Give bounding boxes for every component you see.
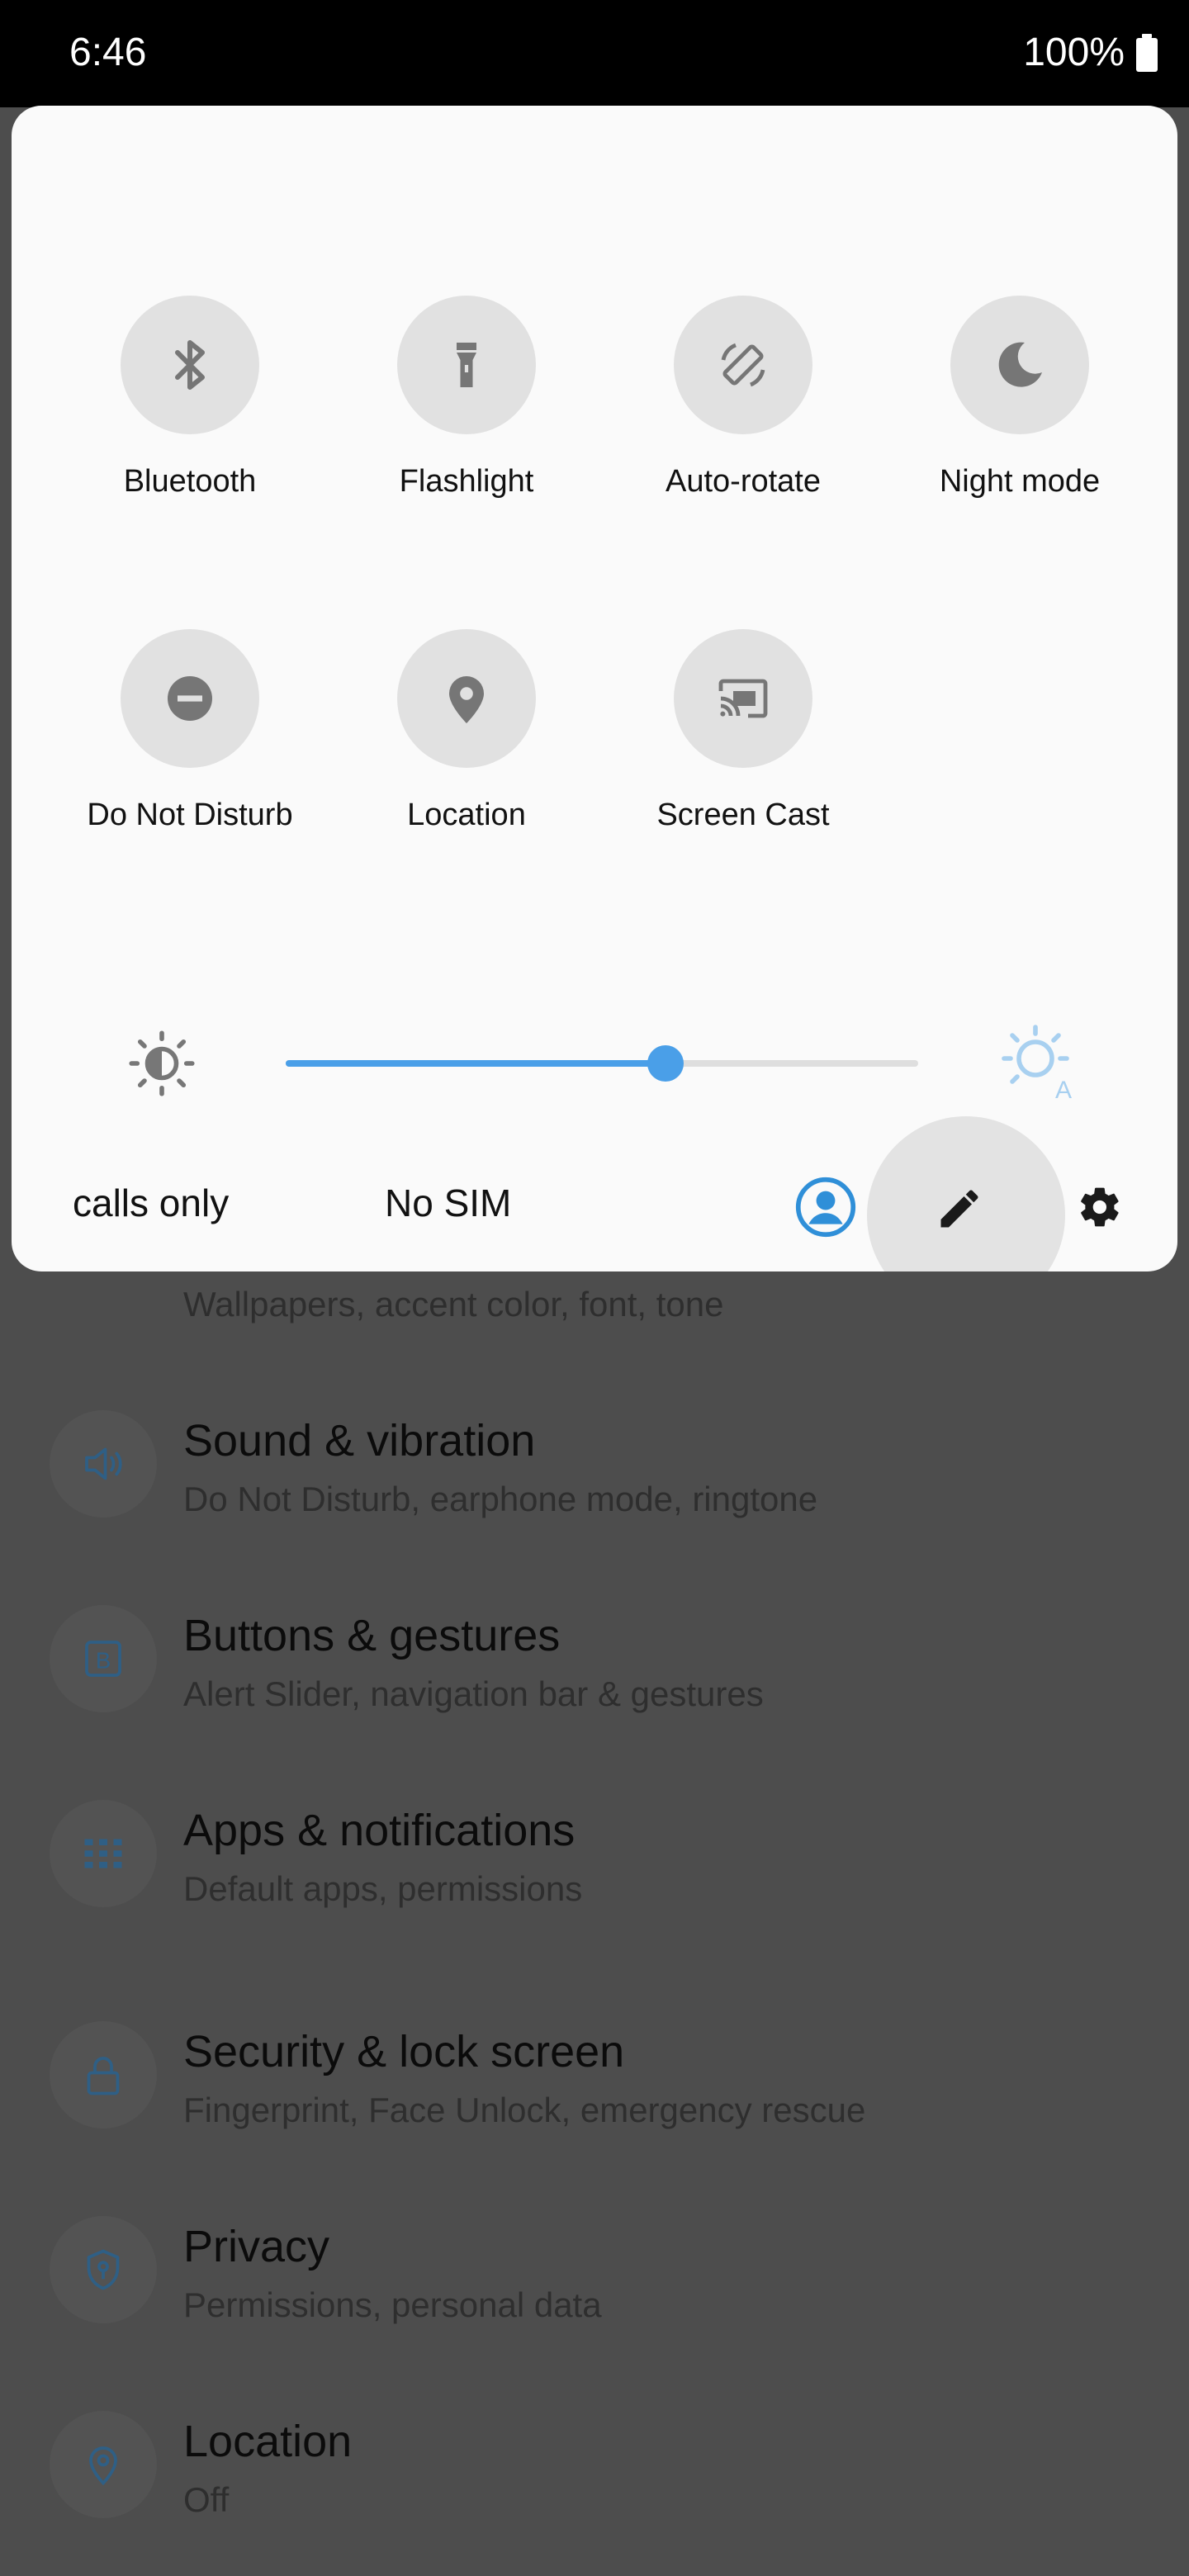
slider-thumb[interactable]: [647, 1045, 684, 1082]
settings-item-subtitle: Wallpapers, accent color, font, tone: [183, 1285, 724, 1324]
settings-item-title: Security & lock screen: [183, 2027, 625, 2076]
settings-item-subtitle: Off: [183, 2480, 230, 2519]
user-switch-icon[interactable]: [794, 1176, 857, 1238]
location-icon: [397, 629, 536, 768]
privacy-shield-icon: [50, 2216, 157, 2323]
tile-do-not-disturb[interactable]: Do Not Disturb: [51, 629, 329, 877]
settings-item-title: Apps & notifications: [183, 1806, 576, 1855]
apps-grid-icon: [50, 1800, 157, 1907]
tile-flashlight[interactable]: Flashlight: [328, 296, 605, 543]
slider-fill: [286, 1060, 666, 1067]
battery-status: 100%: [1023, 30, 1158, 75]
settings-item-subtitle: Do Not Disturb, earphone mode, ringtone: [183, 1480, 818, 1518]
tile-location[interactable]: Location: [328, 629, 605, 877]
brightness-low-icon: [129, 1030, 195, 1096]
tile-auto-rotate[interactable]: Auto-rotate: [604, 296, 882, 543]
battery-icon: [1136, 33, 1158, 72]
settings-item-sound[interactable]: Sound & vibration Do Not Disturb, earpho…: [0, 1404, 1189, 1569]
settings-item-subtitle: Default apps, permissions: [183, 1869, 583, 1908]
tile-label: Bluetooth: [123, 464, 257, 499]
auto-brightness-icon[interactable]: A: [999, 1022, 1078, 1101]
settings-item-subtitle: Permissions, personal data: [183, 2285, 602, 2324]
battery-percent: 100%: [1023, 31, 1125, 74]
status-bar: 6:46 100%: [0, 0, 1189, 107]
tile-label: Flashlight: [399, 464, 534, 499]
speaker-icon: [50, 1410, 157, 1518]
settings-list: Wallpapers, accent color, font, tone Sou…: [0, 1139, 1189, 2576]
do-not-disturb-icon: [121, 629, 259, 768]
tile-label: Screen Cast: [656, 798, 830, 832]
settings-item-title: Privacy: [183, 2222, 330, 2271]
svg-text:A: A: [1055, 1077, 1072, 1101]
night-mode-icon: [950, 296, 1089, 434]
carrier-status-2: No SIM: [385, 1181, 509, 1224]
edit-icon[interactable]: [935, 1184, 984, 1234]
bluetooth-icon: [121, 296, 259, 434]
screen-cast-icon: [674, 629, 812, 768]
settings-item-title: Sound & vibration: [183, 1416, 536, 1466]
tile-screen-cast[interactable]: Screen Cast: [604, 629, 882, 877]
status-time: 6:46: [69, 31, 147, 74]
settings-item-security[interactable]: Security & lock screen Fingerprint, Face…: [0, 2015, 1189, 2180]
settings-item-buttons[interactable]: B Buttons & gestures Alert Slider, navig…: [0, 1598, 1189, 1764]
lock-icon: [50, 2021, 157, 2129]
quick-settings-footer: calls only No SIM: [12, 1116, 1177, 1271]
settings-item-title: Buttons & gestures: [183, 1611, 561, 1660]
flashlight-icon: [397, 296, 536, 434]
tile-label: Auto-rotate: [666, 464, 821, 499]
tile-label: Do Not Disturb: [87, 798, 293, 832]
carrier-status-1: calls only: [73, 1181, 230, 1224]
brightness-slider[interactable]: [286, 1045, 918, 1082]
tile-label: Night mode: [939, 464, 1101, 499]
gear-icon[interactable]: [1077, 1184, 1123, 1230]
svg-text:B: B: [96, 1647, 111, 1673]
settings-item-subtitle: Alert Slider, navigation bar & gestures: [183, 1674, 764, 1713]
tile-label: Location: [407, 798, 526, 832]
tile-bluetooth[interactable]: Bluetooth: [51, 296, 329, 543]
settings-item-apps[interactable]: Apps & notifications Default apps, permi…: [0, 1793, 1189, 1958]
settings-item-privacy[interactable]: Privacy Permissions, personal data: [0, 2209, 1189, 2375]
quick-settings-panel: Bluetooth Flashlight Auto-rotate Night m…: [12, 106, 1177, 1271]
location-pin-icon: [50, 2411, 157, 2518]
tile-night-mode[interactable]: Night mode: [881, 296, 1158, 543]
settings-item-subtitle: Fingerprint, Face Unlock, emergency resc…: [183, 2091, 866, 2129]
button-b-icon: B: [50, 1605, 157, 1712]
settings-item-title: Location: [183, 2417, 353, 2466]
settings-item-location[interactable]: Location Off: [0, 2404, 1189, 2569]
auto-rotate-icon: [674, 296, 812, 434]
